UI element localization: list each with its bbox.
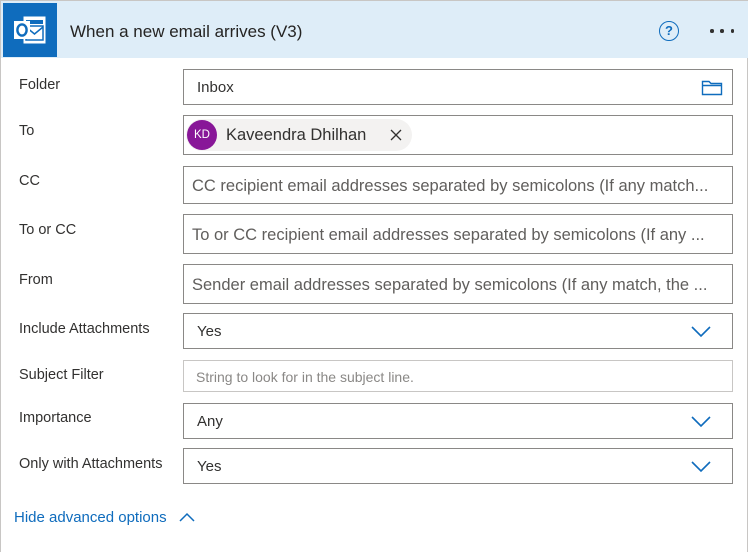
to-or-cc-placeholder: To or CC recipient email addresses separ… bbox=[192, 226, 705, 244]
importance-select[interactable]: Any bbox=[183, 403, 733, 439]
folder-value: Inbox bbox=[197, 79, 234, 96]
outlook-icon bbox=[3, 3, 57, 57]
cc-label: CC bbox=[19, 173, 40, 189]
chevron-down-icon bbox=[691, 326, 711, 338]
more-options-button[interactable] bbox=[707, 21, 737, 41]
folder-icon[interactable] bbox=[701, 79, 723, 96]
chevron-down-icon bbox=[691, 461, 711, 473]
only-with-attachments-select[interactable]: Yes bbox=[183, 448, 733, 484]
importance-label: Importance bbox=[19, 410, 92, 426]
card-title: When a new email arrives (V3) bbox=[70, 22, 303, 41]
folder-field[interactable]: Inbox bbox=[183, 69, 733, 105]
avatar: KD bbox=[187, 120, 217, 150]
hide-advanced-options-link[interactable]: Hide advanced options bbox=[14, 509, 167, 526]
from-label: From bbox=[19, 272, 53, 288]
include-attachments-value: Yes bbox=[197, 323, 222, 340]
to-or-cc-input[interactable]: To or CC recipient email addresses separ… bbox=[183, 214, 733, 254]
from-placeholder: Sender email addresses separated by semi… bbox=[192, 276, 708, 294]
only-with-attachments-value: Yes bbox=[197, 458, 222, 475]
to-or-cc-label: To or CC bbox=[19, 222, 77, 238]
remove-recipient-icon[interactable] bbox=[390, 129, 402, 141]
folder-label: Folder bbox=[19, 77, 61, 93]
include-attachments-select[interactable]: Yes bbox=[183, 313, 733, 349]
card-header[interactable]: When a new email arrives (V3) ? bbox=[1, 0, 748, 58]
include-attachments-label: Include Attachments bbox=[19, 321, 150, 337]
subject-filter-label: Subject Filter bbox=[19, 367, 104, 383]
to-field[interactable]: KD Kaveendra Dhilhan bbox=[183, 115, 733, 155]
subject-filter-input[interactable]: String to look for in the subject line. bbox=[183, 360, 733, 392]
cc-input[interactable]: CC recipient email addresses separated b… bbox=[183, 166, 733, 204]
importance-value: Any bbox=[197, 413, 223, 430]
only-with-attachments-label: Only with Attachments bbox=[19, 456, 163, 472]
from-input[interactable]: Sender email addresses separated by semi… bbox=[183, 264, 733, 304]
chevron-up-icon[interactable] bbox=[179, 512, 195, 522]
trigger-card: When a new email arrives (V3) ? Folder I… bbox=[0, 0, 748, 552]
cc-placeholder: CC recipient email addresses separated b… bbox=[192, 177, 709, 195]
recipient-chip[interactable]: KD Kaveendra Dhilhan bbox=[186, 119, 412, 151]
subject-filter-placeholder: String to look for in the subject line. bbox=[196, 369, 414, 385]
chevron-down-icon bbox=[691, 416, 711, 428]
recipient-name: Kaveendra Dhilhan bbox=[226, 126, 367, 144]
to-label: To bbox=[19, 123, 35, 139]
help-icon[interactable]: ? bbox=[659, 21, 679, 41]
